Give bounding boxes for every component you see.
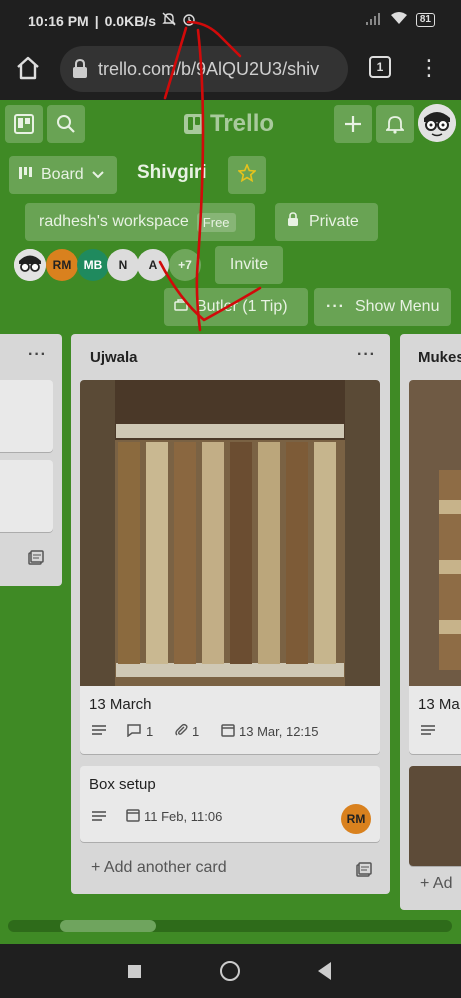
bell-icon[interactable]	[376, 105, 414, 143]
due-date-badge: 11 Feb, 11:06	[126, 808, 222, 825]
alarm-icon	[182, 12, 196, 29]
boards-icon[interactable]	[5, 105, 43, 143]
url-text: trello.com/b/9AlQU2U3/shiv	[98, 59, 320, 79]
status-time: 10:16 PM	[28, 12, 89, 29]
lock-icon	[287, 212, 299, 232]
list-title[interactable]: Mukes	[418, 349, 461, 366]
trello-logo-icon	[184, 114, 204, 134]
comment-icon	[126, 723, 142, 740]
paperclip-icon	[174, 723, 188, 740]
status-bar: 10:16 PM | 0.0KB/s 81	[0, 0, 461, 40]
plus-icon: +	[420, 875, 430, 892]
description-icon	[421, 724, 435, 736]
trello-logo[interactable]: Trello	[184, 110, 274, 138]
show-menu-button[interactable]: ··· Show Menu	[314, 288, 451, 326]
description-icon	[92, 810, 106, 822]
chevron-down-icon	[91, 166, 104, 184]
list-title[interactable]: Ujwala	[90, 349, 138, 366]
browser-toolbar: trello.com/b/9AlQU2U3/shiv 1 ⋮	[0, 40, 461, 100]
add-card-button[interactable]: + Add another card	[91, 859, 227, 877]
card-cover-image	[80, 380, 380, 686]
card-template-icon[interactable]	[28, 550, 44, 571]
workspace-button[interactable]: radhesh's workspace Free	[25, 203, 255, 241]
signal-icon	[365, 12, 382, 28]
home-circle-icon[interactable]	[220, 961, 240, 981]
board-horizontal-scrollbar[interactable]	[8, 920, 452, 932]
lock-icon	[72, 58, 88, 84]
board-view-icon	[19, 166, 35, 184]
address-bar[interactable]: trello.com/b/9AlQU2U3/shiv	[60, 46, 348, 92]
member-avatar-n[interactable]: N	[107, 249, 139, 281]
card-title: 13 March	[89, 696, 152, 713]
card-box-setup[interactable]: Box setup 11 Feb, 11:06 RM	[80, 766, 380, 842]
attachment-badge: 1	[174, 723, 199, 740]
list-menu-icon[interactable]: ···	[28, 346, 47, 364]
description-icon	[92, 724, 106, 736]
due-date-badge: 13 Mar, 12:15	[221, 723, 319, 740]
member-avatar[interactable]	[14, 249, 46, 281]
mute-icon	[162, 12, 176, 29]
card-title: 13 Ma	[418, 696, 460, 713]
card-template-icon[interactable]	[356, 862, 372, 883]
star-button[interactable]	[228, 156, 266, 194]
scrollbar-thumb[interactable]	[60, 920, 156, 932]
search-icon[interactable]	[47, 105, 85, 143]
list-ujwala: Ujwala ··· 13 March 1 1 13 Mar, 12:15 Bo…	[71, 334, 390, 894]
board-title[interactable]: Shivgiri	[137, 162, 207, 184]
tab-switcher-button[interactable]: 1	[369, 56, 391, 78]
card[interactable]: 13 Ma	[409, 380, 461, 754]
more-horizontal-icon: ···	[326, 298, 345, 315]
wifi-icon	[390, 11, 408, 28]
member-avatar-mb[interactable]: MB	[77, 249, 109, 281]
battery-icon: 81	[415, 12, 435, 27]
butler-icon	[174, 298, 188, 316]
browser-menu-icon[interactable]: ⋮	[418, 54, 440, 84]
butler-button[interactable]: Butler (1 Tip)	[164, 288, 308, 326]
card-title: Box setup	[89, 776, 156, 793]
card-13-march[interactable]: 13 March 1 1 13 Mar, 12:15	[80, 380, 380, 754]
list-menu-icon[interactable]: ···	[357, 346, 376, 364]
card[interactable]	[0, 380, 53, 452]
comment-badge: 1	[126, 723, 153, 740]
home-icon[interactable]	[14, 54, 44, 84]
card[interactable]	[0, 460, 53, 532]
add-icon[interactable]	[334, 105, 372, 143]
plus-icon: +	[91, 859, 101, 876]
card-cover-image	[409, 380, 461, 686]
recents-icon[interactable]	[128, 965, 141, 978]
user-avatar[interactable]	[418, 104, 456, 142]
add-card-button[interactable]: + Ad	[420, 875, 452, 893]
more-members-count[interactable]: +7	[169, 249, 201, 281]
trello-header: Trello	[0, 100, 461, 148]
visibility-button[interactable]: Private	[275, 203, 378, 241]
back-icon[interactable]	[318, 962, 331, 980]
android-navigation-bar	[0, 944, 461, 998]
card-member-avatar[interactable]: RM	[341, 804, 371, 834]
network-speed: 0.0KB/s	[104, 12, 156, 29]
board-canvas: Trello Board Shivgiri radhesh's workspac…	[0, 100, 461, 944]
list-next: Mukes 13 Ma + Ad	[400, 334, 461, 910]
calendar-icon	[221, 723, 235, 740]
member-avatar-rm[interactable]: RM	[46, 249, 78, 281]
list-previous: ···	[0, 334, 62, 586]
calendar-icon	[126, 808, 140, 825]
member-avatar-a[interactable]: A	[137, 249, 169, 281]
plan-badge: Free	[196, 212, 236, 232]
board-view-switcher[interactable]: Board	[9, 156, 117, 194]
invite-button[interactable]: Invite	[215, 246, 283, 284]
star-icon	[237, 162, 257, 187]
card[interactable]	[409, 766, 461, 866]
